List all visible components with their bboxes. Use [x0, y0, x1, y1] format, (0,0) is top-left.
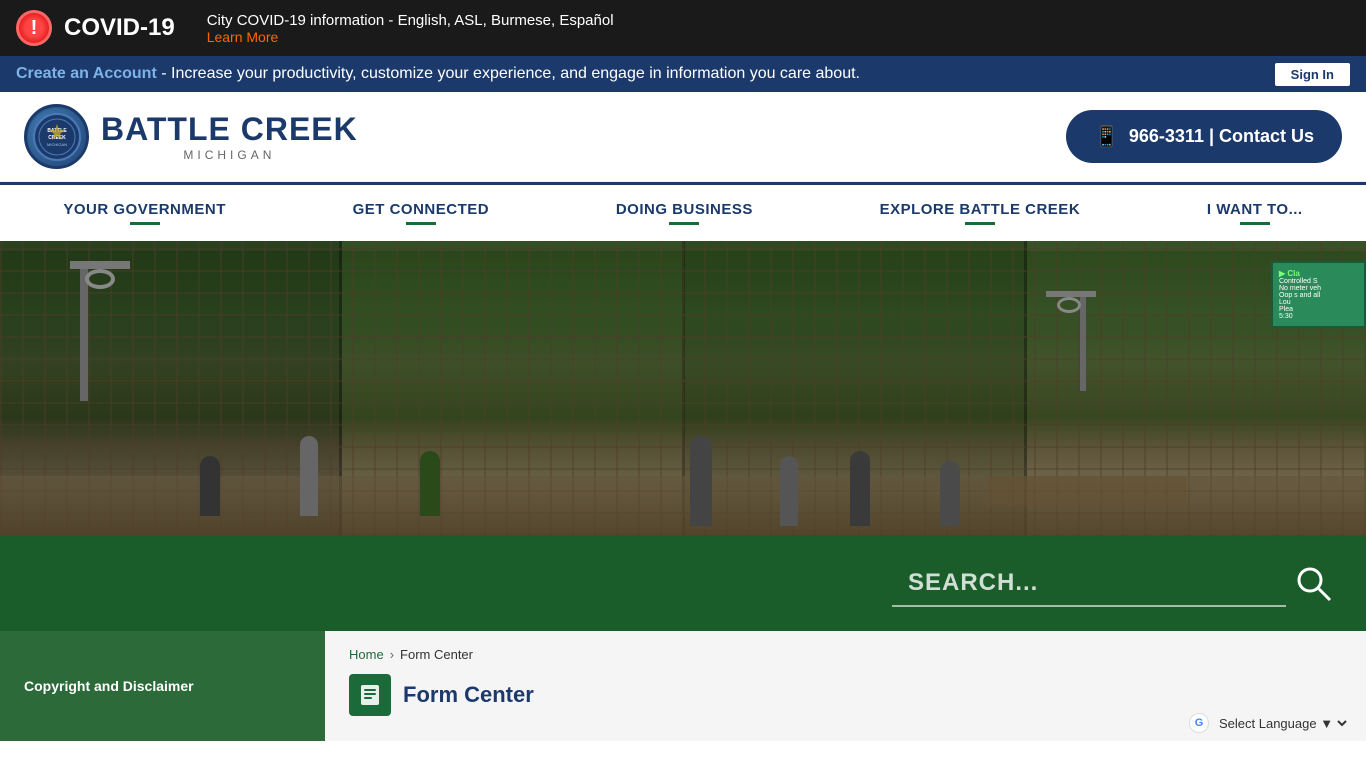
park-sign: ▶ Cla Controlled S No meter veh Oop s an…	[1271, 261, 1366, 328]
site-subtitle: MICHIGAN	[101, 148, 358, 162]
nav-item-explore[interactable]: EXPLORE BATTLE CREEK	[856, 185, 1105, 241]
search-icon	[1294, 564, 1334, 604]
site-name: BATTLE CREEK	[101, 111, 358, 148]
copyright-text: Copyright and Disclaimer	[24, 678, 194, 694]
person-silhouette-7	[940, 461, 960, 526]
covid-main-text: City COVID-19 information - English, ASL…	[207, 12, 614, 29]
breadcrumb-separator: ›	[390, 647, 394, 662]
hoop-board-right	[1046, 291, 1096, 297]
create-account-link[interactable]: Create an Account	[16, 65, 157, 82]
search-input-wrapper	[892, 556, 1342, 612]
nav-item-iwantto[interactable]: I WANT TO...	[1183, 185, 1327, 241]
person-silhouette-2	[300, 436, 318, 516]
hoop-ring-right	[1057, 297, 1081, 313]
breadcrumb-current: Form Center	[400, 647, 473, 662]
hoop-board-left	[70, 261, 130, 269]
google-translate-icon: G	[1189, 713, 1209, 733]
sign-in-button[interactable]: Sign In	[1275, 63, 1350, 86]
form-center-title: Form Center	[403, 682, 534, 708]
covid-text-block: City COVID-19 information - English, ASL…	[207, 12, 614, 45]
contact-button[interactable]: 📱 966-3311 | Contact Us	[1066, 110, 1342, 163]
search-button[interactable]	[1286, 556, 1342, 612]
footer-right: Home › Form Center Form Center G Select …	[325, 631, 1366, 741]
breadcrumb: Home › Form Center	[349, 647, 1342, 662]
person-silhouette-6	[850, 451, 870, 526]
main-nav: YOUR GOVERNMENT GET CONNECTED DOING BUSI…	[0, 182, 1366, 241]
phone-icon: 📱	[1094, 124, 1119, 149]
form-icon-svg	[357, 682, 383, 708]
nav-item-business[interactable]: DOING BUSINESS	[592, 185, 777, 241]
nav-item-government[interactable]: YOUR GOVERNMENT	[39, 185, 250, 241]
hero-section: ▶ Cla Controlled S No meter veh Oop s an…	[0, 241, 1366, 536]
form-center-heading: Form Center	[349, 674, 1342, 716]
person-silhouette-3	[420, 451, 440, 516]
logo-inner-seal: BATTLE CREEK MICHIGAN	[28, 108, 86, 166]
hero-background: ▶ Cla Controlled S No meter veh Oop s an…	[0, 241, 1366, 536]
logo-area: BATTLE CREEK MICHIGAN BATTLE CREEK MICHI…	[24, 104, 358, 169]
covid-icon: !	[16, 10, 52, 46]
hoop-ring-left	[85, 269, 115, 289]
account-description: - Increase your productivity, customize …	[161, 65, 860, 82]
covid-learn-more-link[interactable]: Learn More	[207, 29, 614, 45]
footer-left: Copyright and Disclaimer	[0, 631, 325, 741]
person-silhouette-5	[780, 456, 798, 526]
svg-text:MICHIGAN: MICHIGAN	[47, 142, 67, 147]
covid-banner: ! COVID-19 City COVID-19 information - E…	[0, 0, 1366, 56]
nav-item-connected[interactable]: GET CONNECTED	[329, 185, 514, 241]
account-info-text: Create an Account - Increase your produc…	[16, 65, 860, 83]
contact-button-label: 966-3311 | Contact Us	[1129, 126, 1314, 147]
form-center-icon	[349, 674, 391, 716]
covid-title: COVID-19	[64, 14, 175, 42]
search-section	[0, 536, 1366, 631]
site-title-block: BATTLE CREEK MICHIGAN	[101, 111, 358, 162]
language-select[interactable]: Select Language ▼	[1215, 715, 1350, 732]
bench-area	[986, 476, 1186, 506]
select-language-area: G Select Language ▼ Select Language ▼	[1189, 713, 1350, 733]
site-header: BATTLE CREEK MICHIGAN BATTLE CREEK MICHI…	[0, 92, 1366, 182]
breadcrumb-home[interactable]: Home	[349, 647, 384, 662]
search-input[interactable]	[892, 561, 1286, 607]
person-silhouette-1	[200, 456, 220, 516]
account-banner: Create an Account - Increase your produc…	[0, 56, 1366, 92]
person-silhouette-4	[690, 436, 712, 526]
city-logo: BATTLE CREEK MICHIGAN	[24, 104, 89, 169]
footer-section: Copyright and Disclaimer Home › Form Cen…	[0, 631, 1366, 741]
